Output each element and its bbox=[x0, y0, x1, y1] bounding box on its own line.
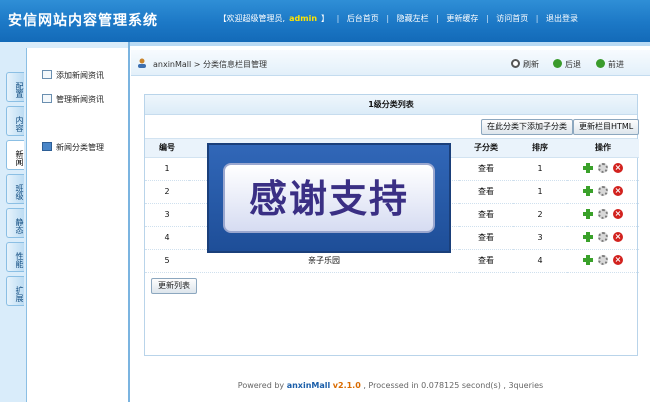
row-order: 2 bbox=[513, 203, 567, 227]
refresh-button[interactable]: 刷新 bbox=[511, 59, 539, 70]
gear-icon[interactable] bbox=[598, 208, 608, 219]
top-nav: 【欢迎超级管理员, admin】 | 后台首页 | 隐藏左栏 | 更新缓存 | 访… bbox=[218, 14, 578, 23]
breadcrumb: anxinMall > 分类信息栏目管理 bbox=[153, 59, 267, 70]
welcome-suffix: 】 bbox=[321, 14, 330, 23]
link-visit-home[interactable]: 访问首页 bbox=[496, 14, 528, 23]
user-icon bbox=[138, 58, 146, 68]
app-title: 安信网站内容管理系统 bbox=[8, 13, 158, 29]
col-order: 排序 bbox=[513, 139, 567, 158]
row-order: 1 bbox=[513, 180, 567, 204]
delete-icon[interactable]: × bbox=[613, 162, 623, 173]
panel-title: 1级分类列表 bbox=[145, 95, 637, 115]
tab-content[interactable]: 内容 bbox=[6, 106, 24, 136]
breadcrumb-page: 分类信息栏目管理 bbox=[203, 60, 268, 69]
row-view-link[interactable]: 查看 bbox=[459, 180, 513, 204]
thanks-overlay: 感谢支持 bbox=[207, 143, 451, 253]
add-icon[interactable] bbox=[583, 162, 593, 173]
gear-icon[interactable] bbox=[598, 162, 608, 173]
col-sub: 子分类 bbox=[459, 139, 513, 158]
link-update-cache[interactable]: 更新缓存 bbox=[446, 14, 478, 23]
tab-news[interactable]: 新闻 bbox=[6, 140, 24, 170]
row-id: 5 bbox=[145, 249, 189, 273]
row-view-link[interactable]: 查看 bbox=[459, 157, 513, 181]
tab-performance[interactable]: 性能 bbox=[6, 242, 24, 272]
footer-brand[interactable]: anxinMall bbox=[287, 381, 331, 390]
row-id: 4 bbox=[145, 226, 189, 250]
footer: Powered by anxinMall v2.1.0 , Processed … bbox=[237, 381, 544, 390]
delete-icon[interactable]: × bbox=[613, 185, 623, 196]
gear-icon[interactable] bbox=[598, 231, 608, 242]
breadcrumb-site[interactable]: anxinMall bbox=[153, 60, 191, 69]
menu-manage-news[interactable]: 管理新闻资讯 bbox=[42, 94, 104, 105]
footer-version: v2.1.0 bbox=[332, 381, 361, 390]
add-icon[interactable] bbox=[583, 208, 593, 219]
back-button[interactable]: 后退 bbox=[553, 59, 581, 70]
link-hide-sidebar[interactable]: 隐藏左栏 bbox=[397, 14, 429, 23]
col-ops: 操作 bbox=[567, 139, 639, 158]
menu-add-news[interactable]: 添加新闻资讯 bbox=[42, 70, 104, 81]
app-header: 安信网站内容管理系统 【欢迎超级管理员, admin】 | 后台首页 | 隐藏左栏… bbox=[0, 0, 650, 42]
forward-button[interactable]: 前进 bbox=[596, 59, 624, 70]
row-order: 3 bbox=[513, 226, 567, 250]
document-icon bbox=[42, 70, 52, 79]
row-view-link[interactable]: 查看 bbox=[459, 249, 513, 273]
add-subcategory-button[interactable]: 在此分类下添加子分类 bbox=[481, 119, 573, 135]
delete-icon[interactable]: × bbox=[613, 254, 623, 265]
tab-static[interactable]: 静态 bbox=[6, 208, 24, 238]
gear-icon[interactable] bbox=[598, 254, 608, 265]
delete-icon[interactable]: × bbox=[613, 208, 623, 219]
panel-toolbar: 在此分类下添加子分类 更新栏目HTML bbox=[145, 115, 640, 139]
row-id: 2 bbox=[145, 180, 189, 204]
gear-icon[interactable] bbox=[598, 185, 608, 196]
add-icon[interactable] bbox=[583, 254, 593, 265]
forward-icon bbox=[596, 59, 605, 68]
link-admin-home[interactable]: 后台首页 bbox=[347, 14, 379, 23]
add-icon[interactable] bbox=[583, 185, 593, 196]
tab-extend[interactable]: 扩展 bbox=[6, 276, 24, 306]
breadcrumb-sep: > bbox=[193, 60, 201, 69]
refresh-icon bbox=[511, 59, 520, 68]
col-id: 编号 bbox=[145, 139, 189, 158]
add-icon[interactable] bbox=[583, 231, 593, 242]
update-html-button[interactable]: 更新栏目HTML bbox=[573, 119, 640, 135]
update-list-button[interactable]: 更新列表 bbox=[151, 277, 197, 294]
row-id: 3 bbox=[145, 203, 189, 227]
delete-icon[interactable]: × bbox=[613, 231, 623, 242]
row-view-link[interactable]: 查看 bbox=[459, 203, 513, 227]
overlay-text: 感谢支持 bbox=[248, 177, 409, 221]
back-icon bbox=[553, 59, 562, 68]
folder-icon bbox=[42, 94, 52, 103]
link-logout[interactable]: 退出登录 bbox=[546, 14, 578, 23]
row-view-link[interactable]: 查看 bbox=[459, 226, 513, 250]
breadcrumb-bar: anxinMall > 分类信息栏目管理 刷新 后退 前进 bbox=[131, 50, 650, 76]
sidebar-menu: 添加新闻资讯 管理新闻资讯 新闻分类管理 bbox=[26, 48, 128, 402]
sidebar-tabs: 配置 内容 新闻 班级 静态 性能 扩展 bbox=[6, 72, 26, 310]
welcome-prefix: 【欢迎超级管理员, bbox=[218, 14, 286, 23]
row-order: 4 bbox=[513, 249, 567, 273]
tab-config[interactable]: 配置 bbox=[6, 72, 24, 102]
tab-class[interactable]: 班级 bbox=[6, 174, 24, 204]
row-order: 1 bbox=[513, 157, 567, 181]
menu-news-category[interactable]: 新闻分类管理 bbox=[42, 142, 104, 153]
admin-name: admin bbox=[289, 14, 318, 23]
row-id: 1 bbox=[145, 157, 189, 181]
list-icon bbox=[42, 142, 52, 151]
